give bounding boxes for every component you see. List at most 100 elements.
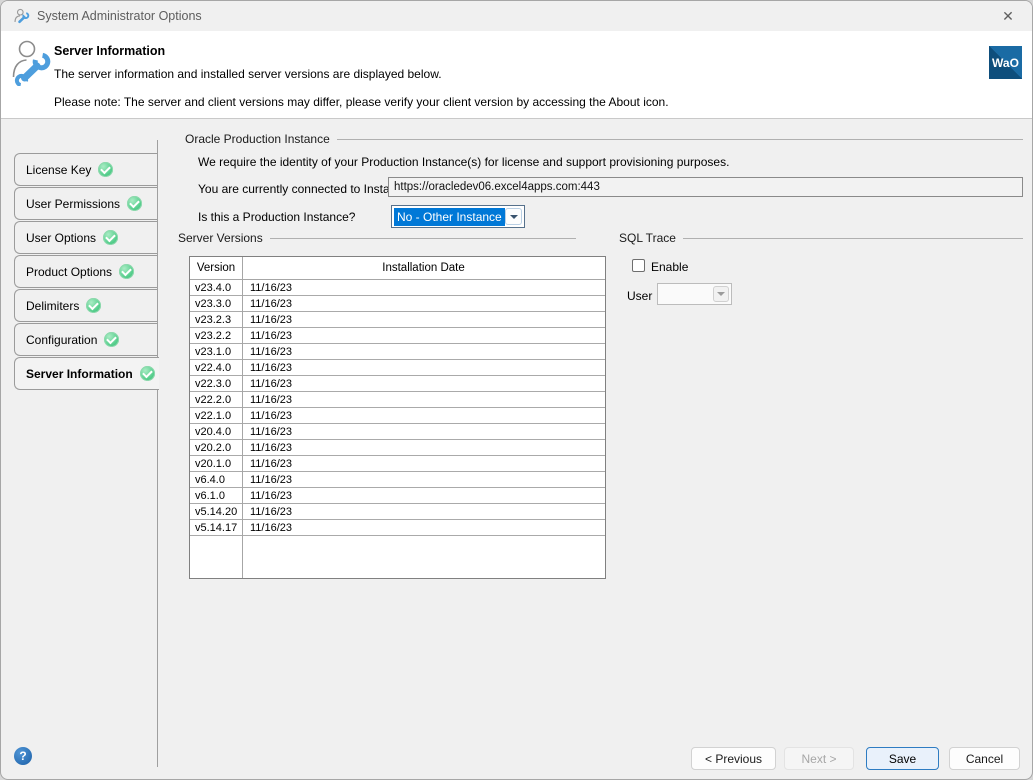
table-row[interactable]: v6.4.0 11/16/23 — [190, 472, 605, 488]
table-row[interactable]: v5.14.17 11/16/23 — [190, 520, 605, 536]
version-cell: v23.1.0 — [190, 344, 242, 359]
sidebar-item-label: License Key — [26, 163, 91, 177]
column-header-version[interactable]: Version — [190, 257, 242, 279]
connected-instance-label: You are currently connected to Instance: — [198, 182, 412, 196]
user-wrench-icon — [11, 38, 53, 86]
sidebar-item-configuration[interactable]: Configuration — [14, 323, 157, 356]
title-bar: System Administrator Options ✕ — [1, 1, 1032, 31]
sidebar-item-server-information[interactable]: Server Information — [14, 357, 159, 390]
version-cell: v22.2.0 — [190, 392, 242, 407]
chevron-down-icon — [510, 215, 518, 219]
sidebar-item-label: Server Information — [26, 367, 133, 381]
installation-date-cell: 11/16/23 — [242, 392, 605, 407]
installation-date-cell: 11/16/23 — [242, 376, 605, 391]
sidebar-item-label: Product Options — [26, 265, 112, 279]
sidebar-item-label: User Permissions — [26, 197, 120, 211]
wao-logo-text: WaO — [989, 46, 1022, 79]
previous-button[interactable]: < Previous — [691, 747, 776, 770]
server-versions-table: Version Installation Date v23.4.0 11/16/… — [189, 256, 606, 579]
sidebar-item-label: Configuration — [26, 333, 97, 347]
table-row[interactable]: v23.2.2 11/16/23 — [190, 328, 605, 344]
check-icon — [140, 366, 155, 381]
cancel-button[interactable]: Cancel — [949, 747, 1020, 770]
table-column-divider — [242, 257, 243, 578]
save-button[interactable]: Save — [866, 747, 939, 770]
group-label: Server Versions — [178, 231, 263, 245]
sql-trace-user-dropdown[interactable] — [657, 283, 732, 305]
installation-date-cell: 11/16/23 — [242, 520, 605, 535]
table-row[interactable]: v23.4.0 11/16/23 — [190, 280, 605, 296]
page-title: Server Information — [54, 44, 165, 58]
version-cell: v23.2.2 — [190, 328, 242, 343]
version-cell: v5.14.17 — [190, 520, 242, 535]
check-icon — [86, 298, 101, 313]
installation-date-cell: 11/16/23 — [242, 360, 605, 375]
table-row[interactable]: v20.4.0 11/16/23 — [190, 424, 605, 440]
table-row[interactable]: v20.2.0 11/16/23 — [190, 440, 605, 456]
sidebar-item-user-permissions[interactable]: User Permissions — [14, 187, 157, 220]
next-button[interactable]: Next > — [784, 747, 854, 770]
installation-date-cell: 11/16/23 — [242, 456, 605, 471]
table-row[interactable]: v22.4.0 11/16/23 — [190, 360, 605, 376]
version-cell: v22.4.0 — [190, 360, 242, 375]
sidebar-item-label: Delimiters — [26, 299, 79, 313]
column-header-installation-date[interactable]: Installation Date — [242, 257, 605, 279]
installation-date-cell: 11/16/23 — [242, 504, 605, 519]
installation-date-cell: 11/16/23 — [242, 472, 605, 487]
page-note: Please note: The server and client versi… — [54, 95, 669, 109]
sql-trace-group-title: SQL Trace — [619, 231, 1023, 245]
installation-date-cell: 11/16/23 — [242, 424, 605, 439]
table-row[interactable]: v23.1.0 11/16/23 — [190, 344, 605, 360]
table-row[interactable]: v22.1.0 11/16/23 — [190, 408, 605, 424]
sidebar-item-user-options[interactable]: User Options — [14, 221, 157, 254]
sidebar-tabs: License Key User Permissions User Option… — [14, 153, 159, 390]
group-label: SQL Trace — [619, 231, 676, 245]
table-row[interactable]: v23.2.3 11/16/23 — [190, 312, 605, 328]
help-button[interactable]: ? — [14, 747, 32, 765]
check-icon — [104, 332, 119, 347]
check-icon — [98, 162, 113, 177]
enable-sql-trace-checkbox[interactable] — [632, 259, 645, 272]
table-header-row: Version Installation Date — [190, 257, 605, 280]
installation-date-cell: 11/16/23 — [242, 440, 605, 455]
requirement-text: We require the identity of your Producti… — [198, 155, 729, 169]
admin-wrench-icon — [14, 8, 30, 24]
server-versions-group-title: Server Versions — [178, 231, 576, 245]
version-cell: v20.4.0 — [190, 424, 242, 439]
sidebar-item-label: User Options — [26, 231, 96, 245]
production-dropdown-button[interactable] — [505, 208, 522, 225]
help-icon: ? — [19, 749, 26, 763]
table-row[interactable]: v5.14.20 11/16/23 — [190, 504, 605, 520]
table-row[interactable]: v22.3.0 11/16/23 — [190, 376, 605, 392]
installation-date-cell: 11/16/23 — [242, 408, 605, 423]
chevron-down-icon — [717, 292, 725, 296]
wao-logo: WaO — [989, 46, 1022, 79]
version-cell: v22.1.0 — [190, 408, 242, 423]
version-cell: v23.4.0 — [190, 280, 242, 295]
version-cell: v23.3.0 — [190, 296, 242, 311]
table-row[interactable]: v6.1.0 11/16/23 — [190, 488, 605, 504]
enable-label: Enable — [651, 260, 688, 274]
version-cell: v20.2.0 — [190, 440, 242, 455]
table-row[interactable]: v22.2.0 11/16/23 — [190, 392, 605, 408]
installation-date-cell: 11/16/23 — [242, 488, 605, 503]
close-button[interactable]: ✕ — [994, 5, 1022, 28]
table-row[interactable]: v20.1.0 11/16/23 — [190, 456, 605, 472]
table-row[interactable]: v23.3.0 11/16/23 — [190, 296, 605, 312]
sidebar-item-delimiters[interactable]: Delimiters — [14, 289, 157, 322]
check-icon — [103, 230, 118, 245]
sidebar-item-product-options[interactable]: Product Options — [14, 255, 157, 288]
installation-date-cell: 11/16/23 — [242, 280, 605, 295]
close-icon: ✕ — [1002, 8, 1014, 25]
installation-date-cell: 11/16/23 — [242, 312, 605, 327]
sidebar-item-license-key[interactable]: License Key — [14, 153, 157, 186]
connected-instance-field[interactable] — [388, 177, 1023, 197]
installation-date-cell: 11/16/23 — [242, 328, 605, 343]
check-icon — [127, 196, 142, 211]
user-dropdown-button[interactable] — [713, 286, 729, 302]
oracle-production-instance-group-title: Oracle Production Instance — [185, 132, 1023, 146]
version-cell: v22.3.0 — [190, 376, 242, 391]
version-cell: v23.2.3 — [190, 312, 242, 327]
version-cell: v6.1.0 — [190, 488, 242, 503]
production-instance-dropdown[interactable]: No - Other Instance — [391, 205, 525, 228]
